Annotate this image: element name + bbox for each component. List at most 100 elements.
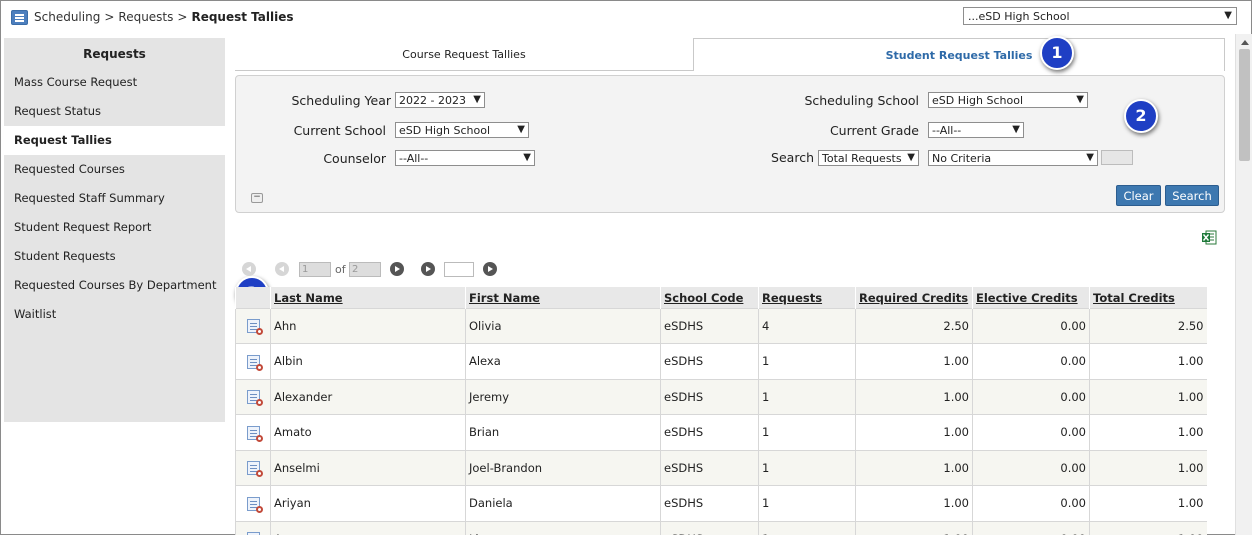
required-credits-cell: 1.00 (855, 449, 973, 486)
sidebar-item-requested-courses[interactable]: Requested Courses (4, 155, 225, 184)
current-school-select[interactable]: eSD High School ▼ (395, 122, 529, 138)
view-details-icon[interactable] (246, 461, 263, 477)
table-row[interactable]: Ariyan Daniela eSDHS 1 1.00 0.00 1.00 (235, 485, 1207, 521)
excel-export-icon[interactable] (1202, 230, 1217, 245)
last-name-cell: Ariyan (270, 485, 466, 521)
school-code-cell: eSDHS (660, 378, 759, 415)
go-page-icon[interactable] (483, 262, 497, 276)
required-credits-cell: 1.00 (855, 485, 973, 521)
tab-course-request-tallies[interactable]: Course Request Tallies (235, 38, 693, 71)
sidebar-item-request-tallies[interactable]: Request Tallies (4, 126, 225, 155)
breadcrumb-separator: > (177, 10, 188, 24)
table-row[interactable]: Amato Brian eSDHS 1 1.00 0.00 1.00 (235, 414, 1207, 450)
collapse-panel-button[interactable]: − (251, 193, 263, 203)
vertical-scrollbar[interactable] (1235, 34, 1252, 535)
chevron-down-icon: ▼ (523, 152, 531, 163)
page-number-input[interactable]: 1 (299, 262, 331, 277)
search-field-select[interactable]: Total Requests ▼ (818, 150, 919, 166)
go-to-page-input[interactable] (444, 262, 474, 277)
requests-cell: 1 (758, 485, 856, 521)
scrollbar-thumb[interactable] (1239, 49, 1250, 161)
scheduling-year-select[interactable]: 2022 - 2023 ▼ (395, 92, 485, 108)
first-name-cell: Olivia (465, 307, 661, 344)
sidebar-heading: Requests (83, 47, 146, 61)
first-name-cell: Alexa (465, 343, 661, 379)
scheduling-year-value: 2022 - 2023 (399, 94, 466, 107)
global-school-select-value: ...eSD High School (968, 10, 1070, 23)
pager-of-label: of (335, 263, 346, 276)
last-page-icon[interactable] (421, 262, 435, 276)
scheduling-school-select[interactable]: eSD High School ▼ (928, 92, 1088, 108)
view-details-icon[interactable] (246, 390, 263, 406)
search-label: Search (771, 150, 814, 165)
column-header-school-code[interactable]: School Code (660, 287, 759, 308)
previous-page-icon[interactable] (275, 262, 289, 276)
school-code-cell: eSDHS (660, 343, 759, 379)
required-credits-cell: 1.00 (855, 378, 973, 415)
chevron-down-icon: ▼ (1012, 124, 1020, 135)
view-details-icon[interactable] (246, 354, 263, 371)
sidebar-item-mass-course-request[interactable]: Mass Course Request (4, 68, 225, 97)
global-school-select[interactable]: ...eSD High School ▼ (963, 7, 1237, 25)
required-credits-cell: 1.00 (855, 343, 973, 379)
breadcrumb-requests[interactable]: Requests (118, 10, 173, 24)
column-header-last-name[interactable]: Last Name (270, 287, 466, 308)
counselor-select[interactable]: --All-- ▼ (395, 150, 535, 166)
requests-cell: 4 (758, 307, 856, 344)
total-credits-cell: 1.00 (1089, 449, 1207, 486)
sidebar-item-requested-staff-summary[interactable]: Requested Staff Summary (4, 184, 225, 213)
view-details-icon[interactable] (246, 319, 263, 335)
school-code-cell: eSDHS (660, 307, 759, 344)
view-details-icon[interactable] (246, 496, 263, 513)
table-row[interactable]: Albin Alexa eSDHS 1 1.00 0.00 1.00 (235, 343, 1207, 379)
tab-student-request-tallies[interactable]: Student Request Tallies (693, 38, 1225, 71)
total-credits-cell: 1.00 (1089, 378, 1207, 415)
column-header-required-credits[interactable]: Required Credits (855, 287, 973, 308)
sidebar-item-requested-courses-by-department[interactable]: Requested Courses By Department (4, 271, 225, 300)
search-button[interactable]: Search (1165, 185, 1219, 206)
first-name-cell: Brian (465, 414, 661, 450)
first-page-icon[interactable] (242, 262, 256, 276)
column-header-first-name[interactable]: First Name (465, 287, 661, 308)
sidebar-item-student-requests[interactable]: Student Requests (4, 242, 225, 271)
sidebar-item-student-request-report[interactable]: Student Request Report (4, 213, 225, 242)
search-value-input[interactable] (1101, 150, 1133, 165)
window-frame: Scheduling > Requests > Request Tallies ...e… (0, 0, 1252, 535)
counselor-value: --All-- (399, 152, 429, 165)
school-code-cell: eSDHS (660, 520, 759, 535)
table-row[interactable]: Ahn Olivia eSDHS 4 2.50 0.00 2.50 (235, 307, 1207, 344)
breadcrumb-separator: > (104, 10, 115, 24)
view-details-cell (235, 520, 271, 535)
current-grade-select[interactable]: --All-- ▼ (928, 122, 1024, 138)
table-row[interactable]: A... Li... eSDHS 1 1.00 0.00 1.00 (235, 520, 1207, 535)
column-header-requests[interactable]: Requests (758, 287, 856, 308)
table-row[interactable]: Anselmi Joel-Brandon eSDHS 1 1.00 0.00 1… (235, 449, 1207, 486)
requests-cell: 1 (758, 378, 856, 415)
search-criteria-select[interactable]: No Criteria ▼ (928, 150, 1098, 166)
column-header-total-credits[interactable]: Total Credits (1089, 287, 1207, 308)
breadcrumb-scheduling[interactable]: Scheduling (34, 10, 100, 24)
view-details-cell (235, 414, 271, 450)
icon-column-header (235, 287, 271, 308)
clear-button[interactable]: Clear (1116, 185, 1161, 206)
view-details-icon[interactable] (246, 425, 263, 442)
required-credits-cell: 1.00 (855, 414, 973, 450)
table-row[interactable]: Alexander Jeremy eSDHS 1 1.00 0.00 1.00 (235, 378, 1207, 415)
elective-credits-cell: 0.00 (972, 378, 1090, 415)
last-name-cell: Ahn (270, 307, 466, 344)
elective-credits-cell: 0.00 (972, 449, 1090, 486)
total-credits-cell: 1.00 (1089, 485, 1207, 521)
required-credits-cell: 2.50 (855, 307, 973, 344)
column-header-elective-credits[interactable]: Elective Credits (972, 287, 1090, 308)
current-school-value: eSD High School (399, 124, 491, 137)
sidebar-item-request-status[interactable]: Request Status (4, 97, 225, 126)
current-grade-value: --All-- (932, 124, 962, 137)
hamburger-menu-icon[interactable] (11, 10, 28, 25)
next-page-icon[interactable] (390, 262, 404, 276)
view-details-cell (235, 485, 271, 521)
sidebar-item-waitlist[interactable]: Waitlist (4, 300, 225, 329)
scroll-up-icon[interactable] (1241, 40, 1249, 45)
school-code-cell: eSDHS (660, 414, 759, 450)
first-name-cell: Jeremy (465, 378, 661, 415)
elective-credits-cell: 0.00 (972, 307, 1090, 344)
